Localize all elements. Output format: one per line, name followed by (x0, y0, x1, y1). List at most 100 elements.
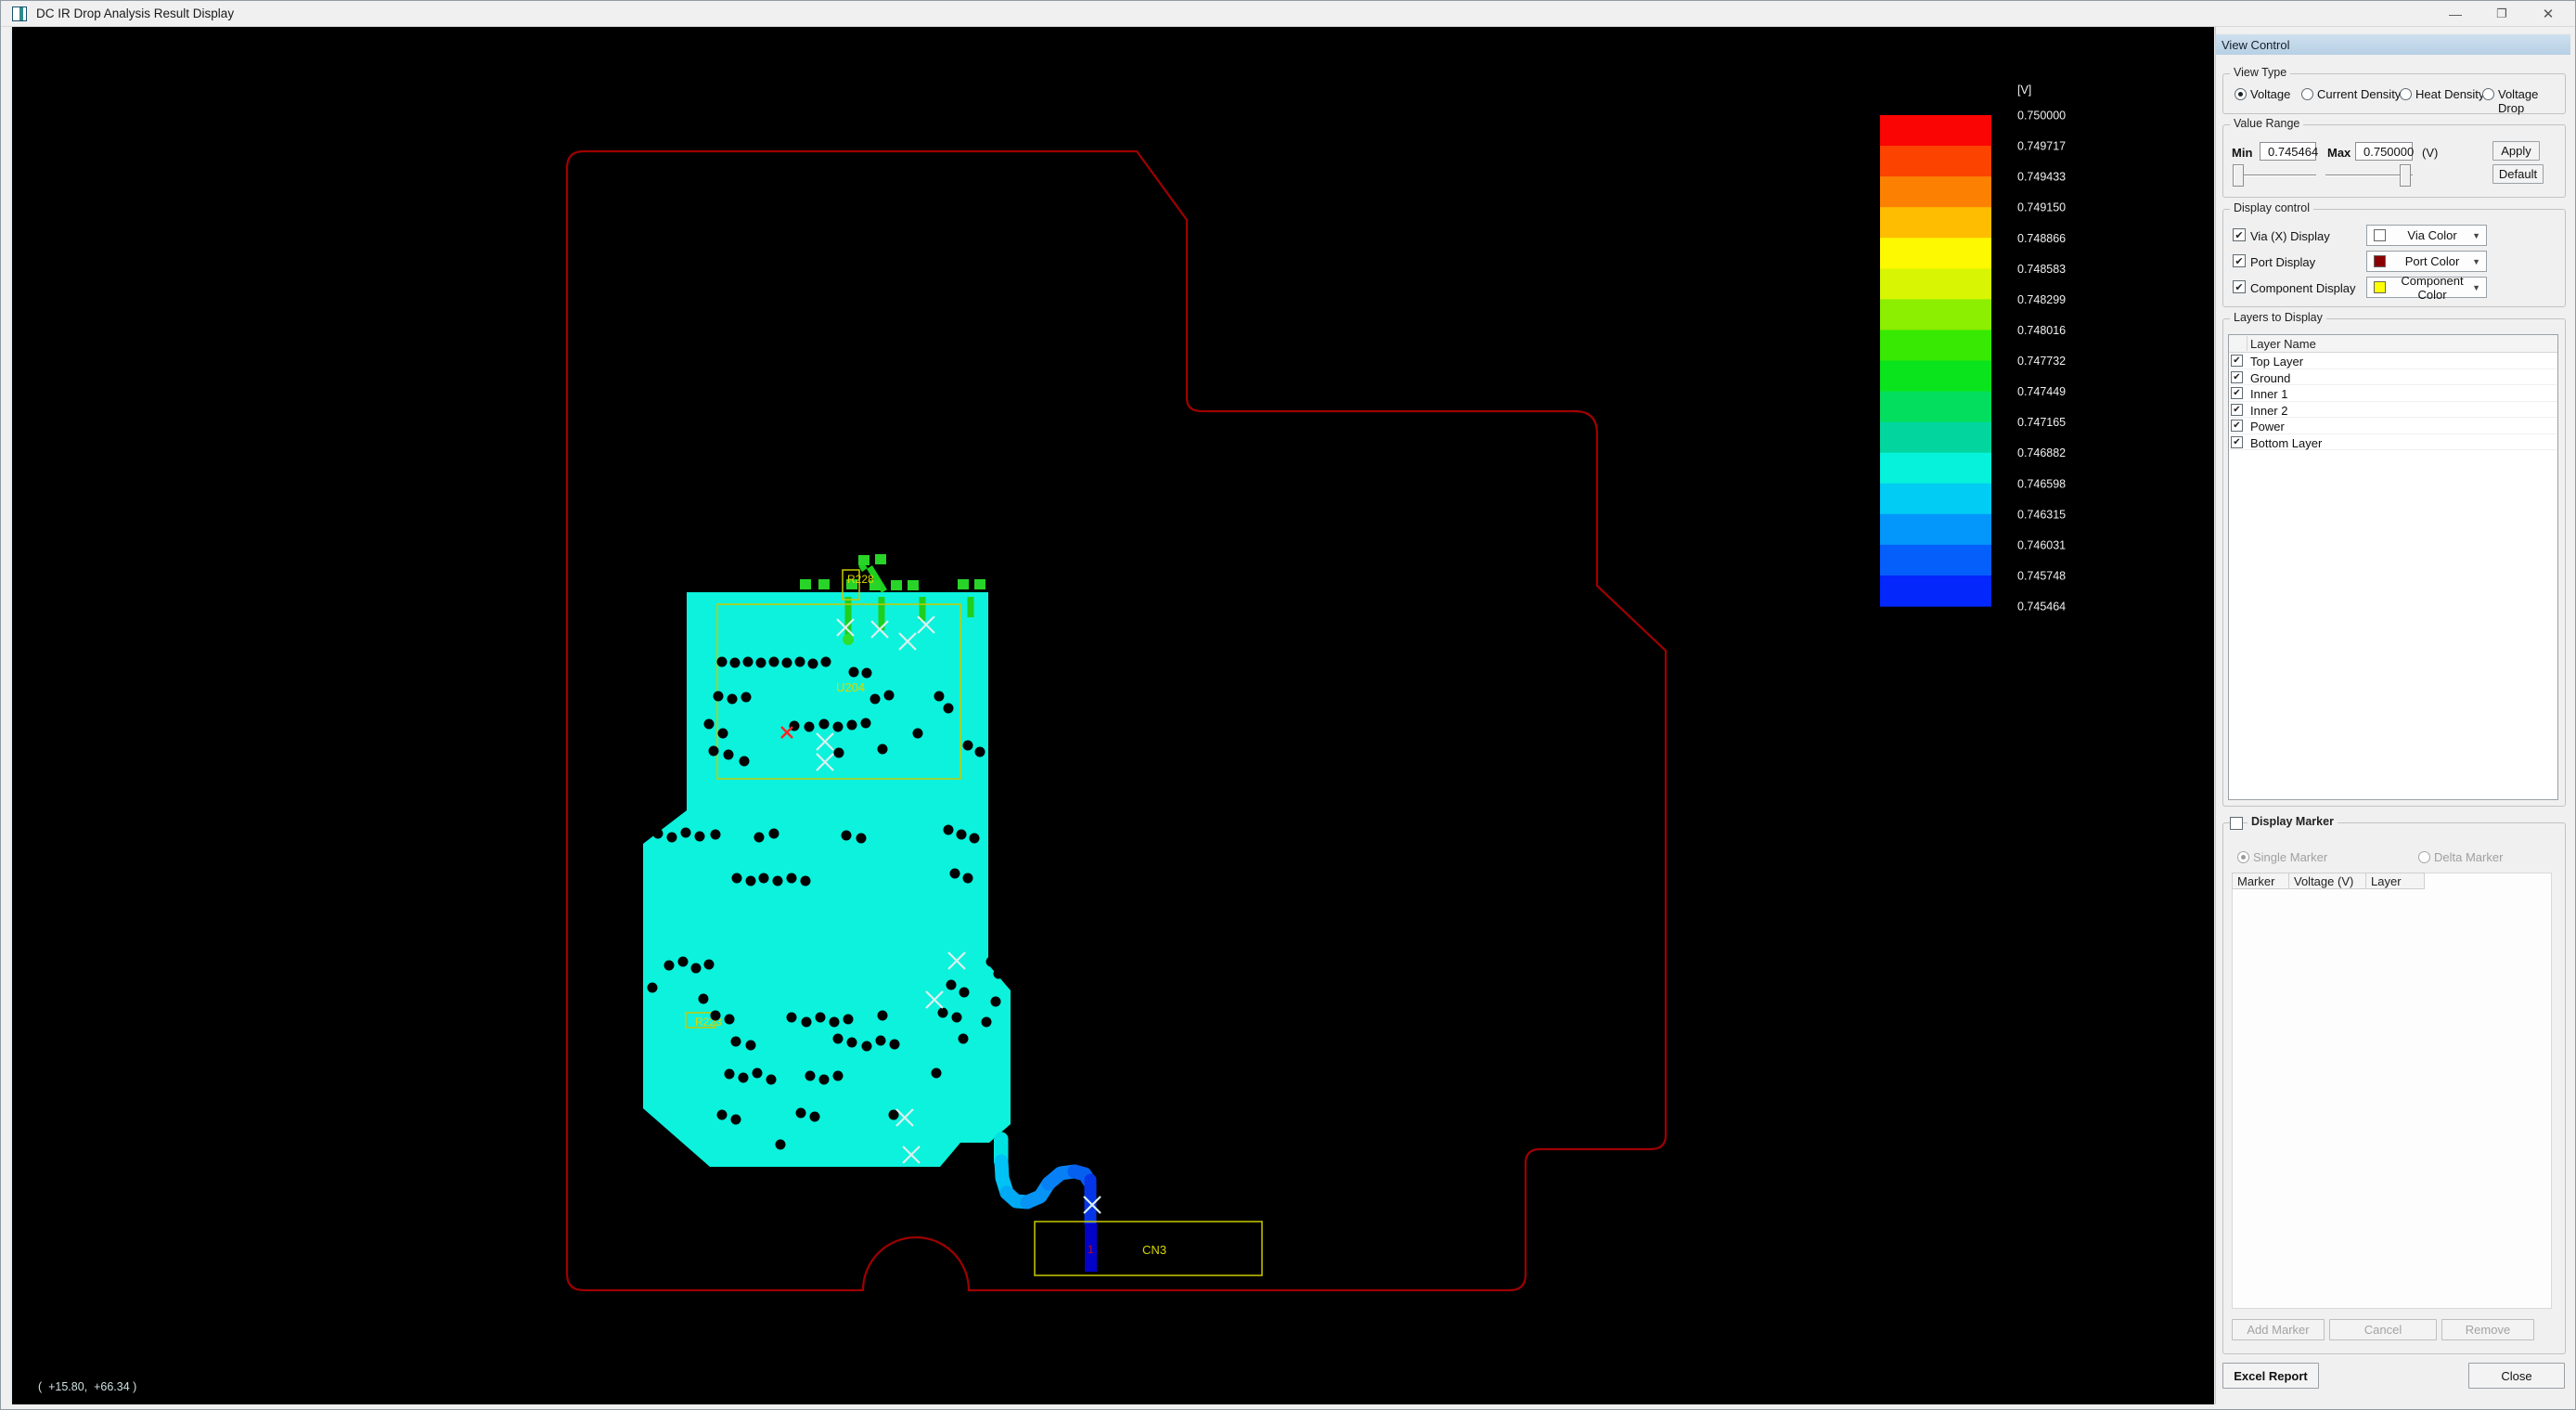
via-color-swatch (2374, 229, 2386, 241)
layer-row[interactable]: Top Layer (2229, 353, 2557, 369)
close-window-button[interactable]: ✕ (2527, 1, 2570, 27)
layer-row[interactable]: Inner 1 (2229, 385, 2557, 402)
radio-current-density[interactable] (2301, 88, 2313, 100)
via-dot (878, 1011, 888, 1021)
legend-band (1880, 115, 1991, 147)
via-dot (730, 658, 741, 668)
minimize-button[interactable]: — (2434, 1, 2477, 27)
component-display-checkbox[interactable] (2233, 280, 2246, 293)
via-dot (830, 1017, 840, 1028)
layer-row[interactable]: Bottom Layer (2229, 434, 2557, 451)
max-slider-handle[interactable] (2400, 164, 2411, 187)
layer-name: Ground (2250, 371, 2290, 385)
cancel-button[interactable]: Cancel (2329, 1319, 2437, 1340)
value-range-group: Value Range Min 0.745464 Max 0.750000 (V… (2222, 124, 2566, 198)
apply-button[interactable]: Apply (2492, 141, 2540, 161)
voltage-column-header[interactable]: Voltage (V) (2288, 873, 2366, 889)
via-dot (731, 1037, 741, 1047)
delta-marker-label: Delta Marker (2434, 850, 2503, 864)
via-dot (878, 744, 888, 755)
via-dot (870, 694, 881, 705)
via-dot (731, 1115, 741, 1125)
radio-voltage-drop[interactable] (2482, 88, 2494, 100)
layer-checkbox[interactable] (2231, 436, 2243, 448)
layer-checkbox[interactable] (2231, 355, 2243, 367)
radio-heat-density[interactable] (2400, 88, 2412, 100)
max-slider[interactable] (2325, 164, 2413, 187)
via-dot (884, 691, 895, 701)
layer-row[interactable]: Ground (2229, 369, 2557, 386)
via-dot (801, 876, 811, 886)
pcb-svg: 1R228U204R223CN3[V]0.7500000.7497170.749… (12, 27, 2216, 1404)
excel-report-button[interactable]: Excel Report (2222, 1363, 2319, 1389)
via-dot (950, 869, 960, 879)
via-dot (740, 757, 750, 767)
via-dot (861, 718, 871, 729)
via-dot (704, 719, 715, 730)
restore-button[interactable]: ❐ (2480, 1, 2523, 27)
marker-table[interactable] (2232, 873, 2552, 1309)
via-dot (796, 1108, 806, 1119)
chevron-down-icon: ▼ (2472, 257, 2480, 266)
remove-button[interactable]: Remove (2441, 1319, 2534, 1340)
via-dot (754, 833, 765, 843)
legend-band (1880, 330, 1991, 361)
legend-tick-label: 0.748299 (2017, 293, 2066, 306)
radio-current-density-label: Current Density (2317, 87, 2401, 101)
layer-row[interactable]: Power (2229, 418, 2557, 434)
via-dot (821, 657, 831, 667)
pcb-canvas[interactable]: 1R228U204R223CN3[V]0.7500000.7497170.749… (10, 27, 2214, 1404)
layer-name-column-header: Layer Name (2250, 337, 2316, 351)
titlebar: DC IR Drop Analysis Result Display — ❐ ✕ (1, 1, 2575, 27)
component-color-dropdown[interactable]: Component Color ▼ (2366, 277, 2487, 298)
layer-column-header[interactable]: Layer (2365, 873, 2425, 889)
via-dot (732, 873, 742, 884)
layer-list-header[interactable]: Layer Name (2229, 335, 2557, 353)
via-dot (714, 692, 724, 702)
component-color-swatch (2374, 281, 2386, 293)
layer-row[interactable]: Inner 2 (2229, 402, 2557, 419)
default-button[interactable]: Default (2492, 164, 2544, 184)
min-slider-handle[interactable] (2233, 164, 2244, 187)
layer-checkbox[interactable] (2231, 404, 2243, 416)
via-dot (982, 1017, 992, 1028)
max-value-input[interactable]: 0.750000 (2355, 142, 2413, 161)
display-marker-checkbox[interactable] (2230, 817, 2243, 830)
via-display-checkbox[interactable] (2233, 228, 2246, 241)
column-separator (2247, 336, 2248, 351)
layer-checkbox[interactable] (2231, 387, 2243, 399)
via-dot (819, 719, 830, 730)
via-dot (802, 1017, 812, 1028)
legend-band (1880, 514, 1991, 546)
radio-voltage-label: Voltage (2250, 87, 2290, 101)
legend-tick-label: 0.745748 (2017, 569, 2066, 582)
component-display-label: Component Display (2250, 281, 2355, 295)
via-dot (648, 983, 658, 993)
add-marker-button[interactable]: Add Marker (2232, 1319, 2325, 1340)
radio-single-marker[interactable] (2237, 851, 2249, 863)
via-dot (960, 988, 970, 998)
via-dot (857, 834, 867, 844)
min-slider[interactable] (2233, 164, 2316, 187)
port-color-dropdown[interactable]: Port Color ▼ (2366, 251, 2487, 272)
min-value-input[interactable]: 0.745464 (2260, 142, 2316, 161)
via-dot (834, 748, 844, 758)
display-control-group: Display control Via (X) Display Via Colo… (2222, 209, 2566, 307)
radio-delta-marker[interactable] (2418, 851, 2430, 863)
min-label: Min (2232, 146, 2252, 160)
legend-tick-label: 0.746315 (2017, 508, 2066, 521)
via-dot (743, 657, 753, 667)
layer-listbox[interactable]: Layer Name Top Layer GroundInner 1Inner 2… (2228, 334, 2558, 800)
layer-checkbox[interactable] (2231, 371, 2243, 383)
port-display-checkbox[interactable] (2233, 254, 2246, 267)
close-button[interactable]: Close (2468, 1363, 2565, 1389)
via-color-dropdown[interactable]: Via Color ▼ (2366, 225, 2487, 246)
via-dot (746, 876, 756, 886)
radio-voltage[interactable] (2235, 88, 2247, 100)
legend-band (1880, 238, 1991, 269)
via-dot (678, 957, 689, 967)
via-dot (938, 1008, 948, 1018)
via-dot (862, 668, 872, 679)
marker-column-header[interactable]: Marker (2232, 873, 2289, 889)
layer-checkbox[interactable] (2231, 420, 2243, 432)
